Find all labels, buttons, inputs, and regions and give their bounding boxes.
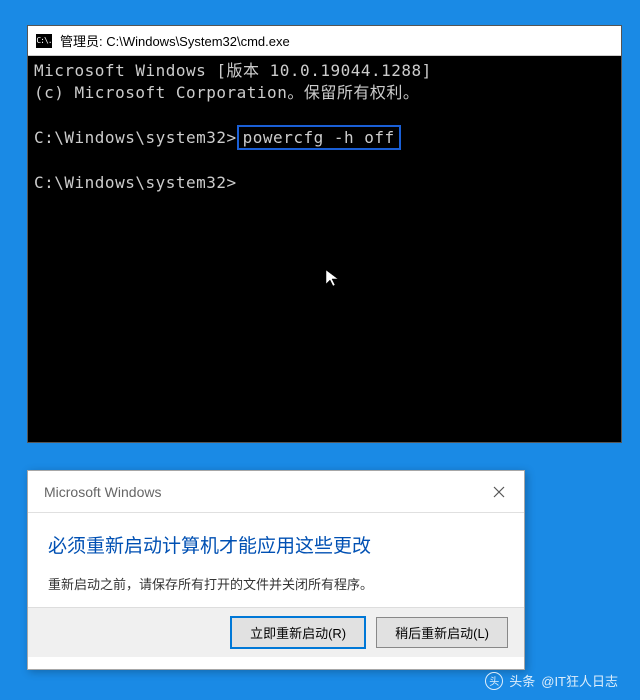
watermark: 头 头条 @IT狂人日志: [485, 671, 618, 690]
watermark-icon: 头: [485, 672, 503, 690]
terminal-line: Microsoft Windows [版本 10.0.19044.1288]: [34, 60, 615, 82]
terminal-output[interactable]: Microsoft Windows [版本 10.0.19044.1288] (…: [28, 56, 621, 198]
dialog-header: Microsoft Windows: [28, 471, 524, 513]
restart-dialog: Microsoft Windows 必须重新启动计算机才能应用这些更改 重新启动…: [27, 470, 525, 670]
restart-later-button[interactable]: 稍后重新启动(L): [376, 617, 508, 648]
terminal-prompt: C:\Windows\system32>: [34, 172, 615, 194]
dialog-heading: 必须重新启动计算机才能应用这些更改: [48, 531, 504, 558]
dialog-footer: 立即重新启动(R) 稍后重新启动(L): [28, 607, 524, 657]
dialog-text: 重新启动之前，请保存所有打开的文件并关闭所有程序。: [48, 574, 504, 593]
dialog-title: Microsoft Windows: [44, 484, 161, 500]
terminal-line: (c) Microsoft Corporation。保留所有权利。: [34, 82, 615, 104]
cmd-window: C:\. 管理员: C:\Windows\System32\cmd.exe Mi…: [27, 25, 622, 443]
terminal-prompt-line: C:\Windows\system32>powercfg -h off: [34, 125, 615, 151]
command-highlight: powercfg -h off: [237, 125, 401, 151]
mouse-cursor-icon: [324, 268, 356, 300]
window-title: 管理员: C:\Windows\System32\cmd.exe: [60, 31, 290, 50]
watermark-handle: @IT狂人日志: [541, 671, 618, 690]
terminal-line: [34, 150, 615, 172]
prompt-prefix: C:\Windows\system32>: [34, 128, 237, 147]
cmd-icon: C:\.: [36, 34, 52, 48]
restart-now-button[interactable]: 立即重新启动(R): [230, 616, 366, 649]
watermark-label: 头条: [509, 671, 535, 690]
dialog-body: 必须重新启动计算机才能应用这些更改 重新启动之前，请保存所有打开的文件并关闭所有…: [28, 513, 524, 607]
terminal-line: [34, 103, 615, 125]
close-icon[interactable]: [484, 477, 514, 507]
titlebar[interactable]: C:\. 管理员: C:\Windows\System32\cmd.exe: [28, 26, 621, 56]
